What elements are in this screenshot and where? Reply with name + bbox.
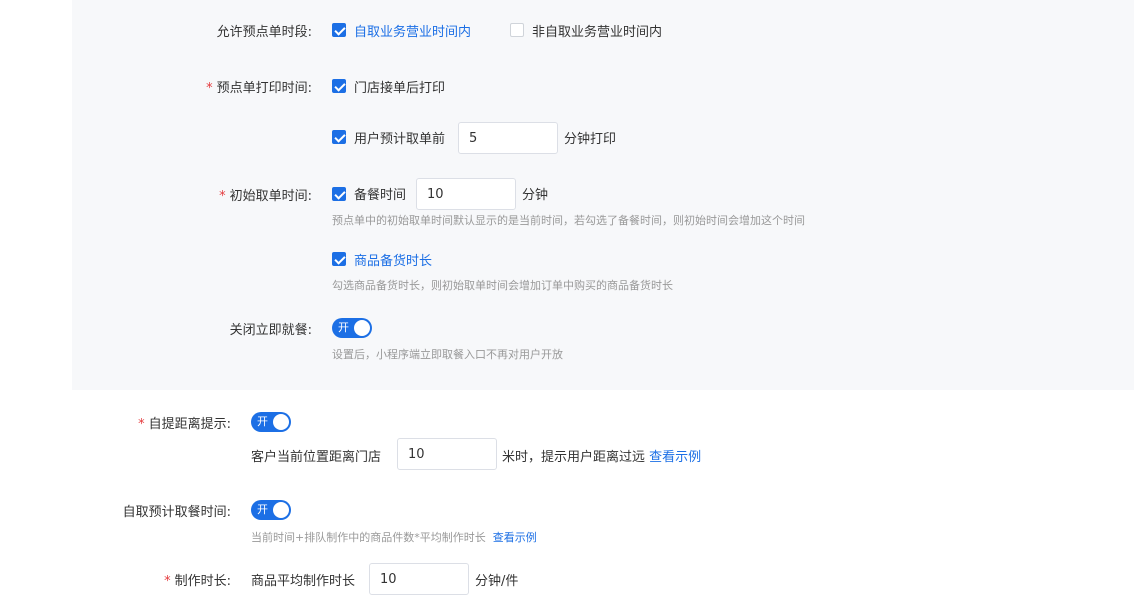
distance-tip-label-text: 自提距离提示: [148,417,231,432]
distance-prefix: 客户当前位置距离门店 [251,450,382,465]
make-time-label-text: 制作时长: [174,574,231,589]
prep-time-hint: 预点单中的初始取单时间默认显示的是当前时间，若勾选了备餐时间，则初始时间会增加这… [332,214,805,227]
preorder-period-label: 允许预点单时段: [216,25,312,40]
toggle-knob [273,502,289,518]
make-time-input[interactable] [369,563,469,595]
required-mark: * [206,81,213,96]
est-pickup-hint: 当前时间+排队制作中的商品件数*平均制作时长 查看示例 [251,529,537,545]
within-hours-checkbox[interactable] [332,23,346,37]
outside-hours-checkbox[interactable] [510,23,524,37]
make-time-label: * 制作时长: [164,570,231,589]
close-dine-label: 关闭立即就餐: [229,323,312,338]
print-before-pickup-label[interactable]: 用户预计取单前 [354,128,445,147]
distance-example-link[interactable]: 查看示例 [649,450,701,465]
close-dine-hint: 设置后，小程序端立即取餐入口不再对用户开放 [332,348,563,361]
toggle-knob [273,414,289,430]
prep-minutes-input[interactable] [416,178,516,210]
print-before-pickup-checkbox[interactable] [332,130,346,144]
est-pickup-toggle[interactable]: 开 [251,500,291,520]
make-time-prefix: 商品平均制作时长 [251,574,356,589]
distance-suffix: 米时，提示用户距离过远 查看示例 [502,446,701,465]
print-after-accept-label[interactable]: 门店接单后打印 [354,77,445,96]
print-time-label-text: 预点单打印时间: [216,81,312,96]
outside-hours-label[interactable]: 非自取业务营业时间内 [532,21,662,40]
prep-time-label[interactable]: 备餐时间 [354,184,406,203]
close-dine-toggle[interactable]: 开 [332,318,372,338]
distance-suffix-text: 米时，提示用户距离过远 [502,450,646,465]
print-minutes-input[interactable] [458,122,558,154]
toggle-on-text: 开 [257,415,268,428]
required-mark: * [219,189,226,204]
est-pickup-label: 自取预计取餐时间: [122,505,231,520]
print-time-label: * 预点单打印时间: [206,77,312,96]
goods-prep-label[interactable]: 商品备货时长 [354,250,432,269]
est-pickup-hint-text: 当前时间+排队制作中的商品件数*平均制作时长 [251,531,486,544]
goods-prep-checkbox[interactable] [332,252,346,266]
initial-pickup-label-text: 初始取单时间: [229,189,312,204]
within-hours-label[interactable]: 自取业务营业时间内 [354,21,471,40]
toggle-knob [354,320,370,336]
print-minutes-suffix: 分钟打印 [564,132,617,147]
prep-minutes-suffix: 分钟 [522,188,549,203]
print-after-accept-checkbox[interactable] [332,79,346,93]
initial-pickup-label: * 初始取单时间: [219,185,312,204]
prep-time-checkbox[interactable] [332,187,346,201]
required-mark: * [164,574,171,589]
toggle-on-text: 开 [338,321,349,334]
distance-meters-input[interactable] [397,438,497,470]
required-mark: * [138,417,145,432]
make-time-suffix: 分钟/件 [475,574,519,589]
goods-prep-hint: 勾选商品备货时长，则初始取单时间会增加订单中购买的商品备货时长 [332,279,673,292]
distance-tip-toggle[interactable]: 开 [251,412,291,432]
est-pickup-example-link[interactable]: 查看示例 [493,531,537,544]
distance-tip-label: * 自提距离提示: [138,413,231,432]
toggle-on-text: 开 [257,503,268,516]
